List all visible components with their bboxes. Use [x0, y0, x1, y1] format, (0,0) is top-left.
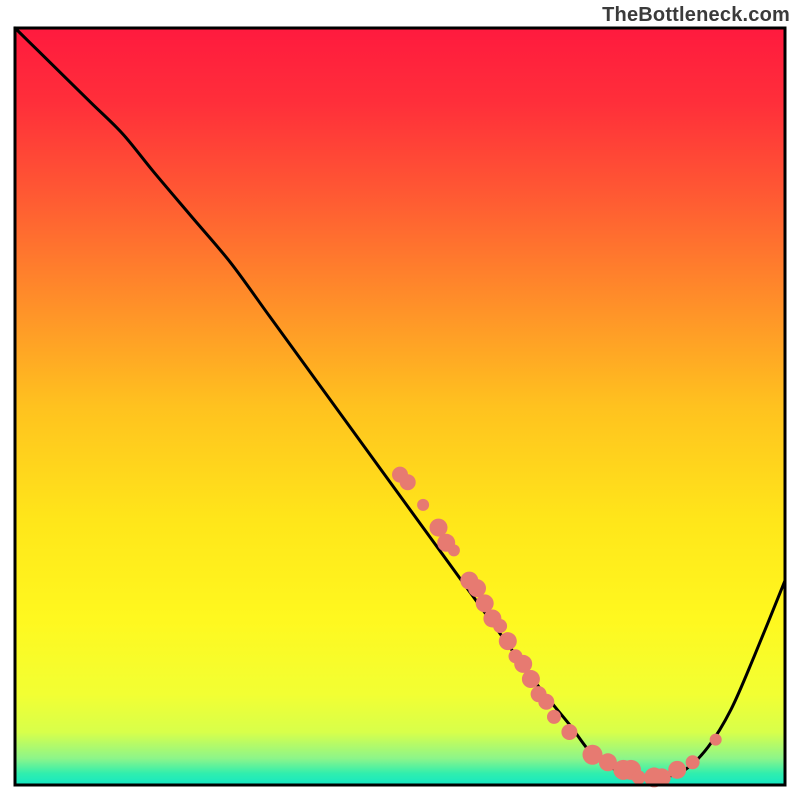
- curve-marker: [493, 619, 507, 633]
- curve-marker: [522, 670, 540, 688]
- curve-marker: [561, 724, 577, 740]
- curve-marker: [547, 710, 561, 724]
- curve-marker: [417, 499, 429, 511]
- attribution-label: TheBottleneck.com: [602, 4, 790, 27]
- curve-marker: [400, 474, 416, 490]
- bottleneck-curve-chart: [0, 0, 800, 800]
- curve-marker: [668, 761, 686, 779]
- curve-marker: [686, 755, 700, 769]
- curve-marker: [710, 734, 722, 746]
- curve-marker: [632, 770, 646, 784]
- chart-stage: TheBottleneck.com: [0, 0, 800, 800]
- curve-marker: [538, 694, 554, 710]
- curve-marker: [499, 632, 517, 650]
- curve-marker: [448, 544, 460, 556]
